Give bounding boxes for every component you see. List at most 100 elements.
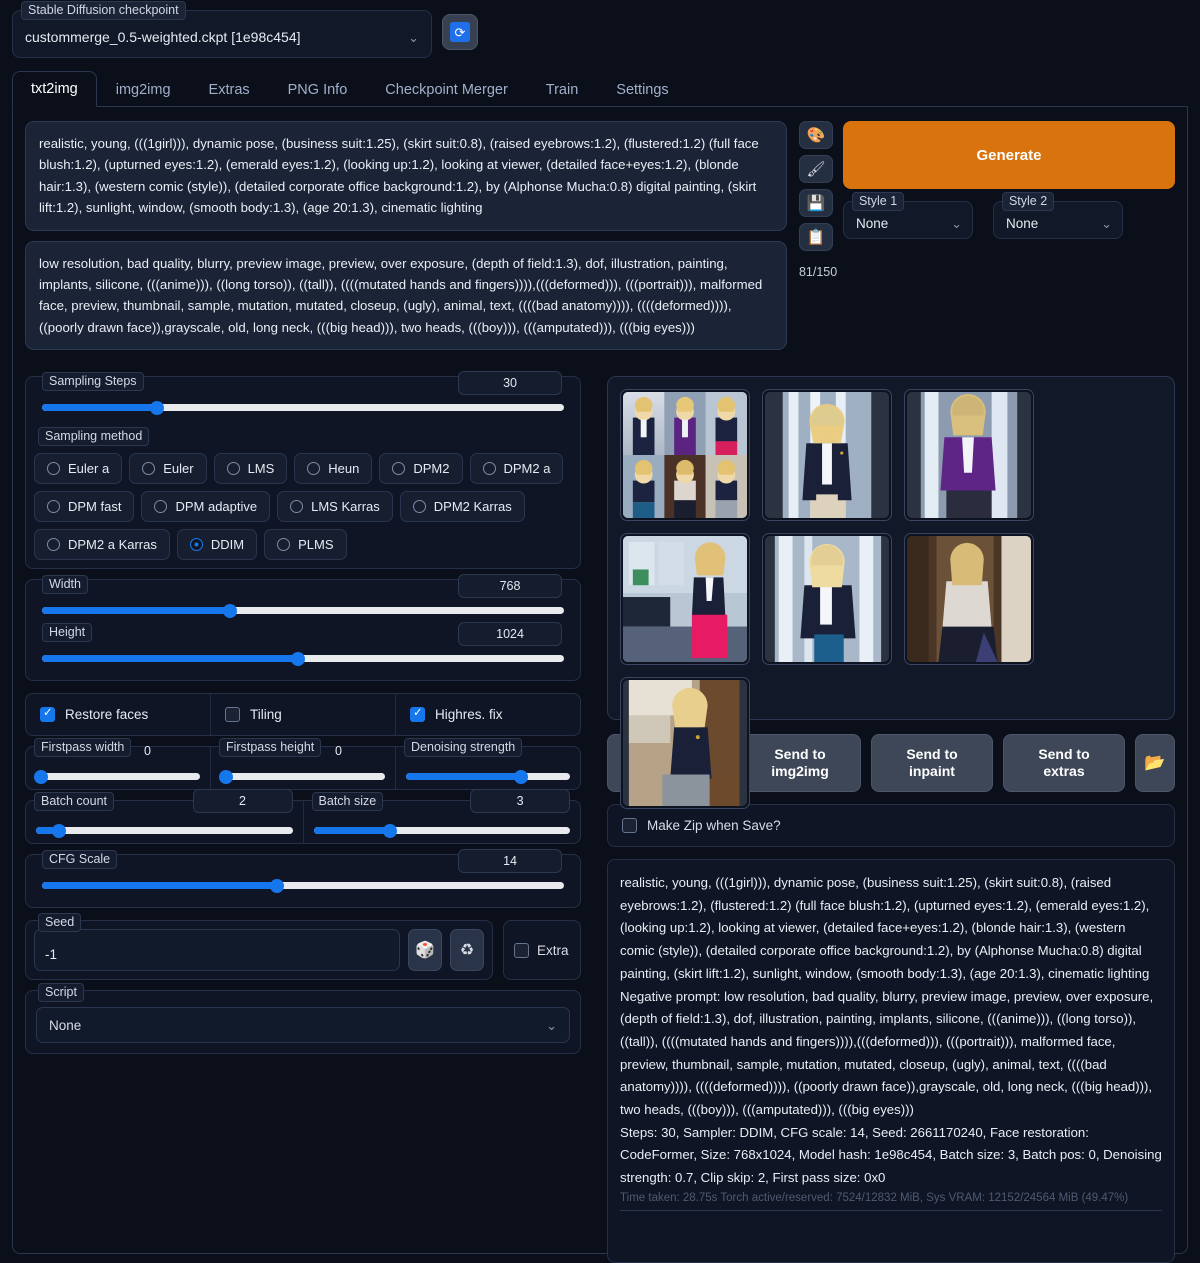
style-1-field[interactable]: Style 1 None ⌄ (843, 201, 973, 239)
slider-knob[interactable] (223, 604, 237, 618)
restore-faces-checkbox[interactable]: Restore faces (26, 694, 211, 735)
recycle-icon[interactable]: ♻ (450, 929, 484, 971)
slider-track[interactable] (42, 607, 564, 614)
paintbrush-icon[interactable]: 🖌 (799, 155, 833, 183)
slider-knob[interactable] (514, 770, 528, 784)
main-tabs: txt2img img2img Extras PNG Info Checkpoi… (12, 70, 1188, 107)
checkpoint-field[interactable]: Stable Diffusion checkpoint custommerge_… (12, 10, 432, 58)
batch-size-value[interactable]: 3 (470, 789, 570, 813)
slider-knob[interactable] (219, 770, 233, 784)
denoising-strength-value[interactable] (528, 739, 572, 763)
sampler-lms[interactable]: LMS (214, 453, 288, 484)
width-slider[interactable]: Width 768 (34, 584, 572, 620)
sampler-euler[interactable]: Euler (129, 453, 206, 484)
sampler-heun[interactable]: Heun (294, 453, 372, 484)
gallery-item-5[interactable] (904, 533, 1034, 665)
slider-track[interactable] (42, 404, 564, 411)
gallery-item-1[interactable] (762, 389, 892, 521)
gallery-item-6[interactable] (620, 677, 750, 809)
sampler-plms[interactable]: PLMS (264, 529, 346, 560)
sampling-steps-value[interactable]: 30 (458, 371, 562, 395)
slider-track[interactable] (406, 773, 570, 780)
slider-knob[interactable] (150, 401, 164, 415)
result-image-1 (765, 392, 889, 518)
extra-seed-checkbox[interactable]: Extra (503, 920, 581, 980)
checkbox-icon (410, 707, 425, 722)
slider-knob[interactable] (34, 770, 48, 784)
sampler-dpm-fast[interactable]: DPM fast (34, 491, 134, 522)
negative-prompt-input[interactable]: low resolution, bad quality, blurry, pre… (25, 241, 787, 351)
cfg-scale-value[interactable]: 14 (458, 849, 562, 873)
highres-params-row: Firstpass width 0 Firstpass height 0 (25, 746, 581, 790)
slider-fill (42, 882, 277, 889)
dice-icon[interactable]: 🎲 (408, 929, 442, 971)
tab-checkpoint-merger[interactable]: Checkpoint Merger (366, 72, 527, 107)
tab-extras[interactable]: Extras (190, 72, 269, 107)
slider-track[interactable] (221, 773, 385, 780)
firstpass-width-value[interactable]: 0 (136, 739, 180, 763)
token-counter: 81/150 (799, 265, 833, 279)
slider-knob[interactable] (270, 879, 284, 893)
radio-icon (277, 538, 290, 551)
sampler-dpm2[interactable]: DPM2 (379, 453, 462, 484)
script-field[interactable]: Script None ⌄ (25, 990, 581, 1054)
sampler-dpm2-a[interactable]: DPM2 a (470, 453, 564, 484)
slider-track[interactable] (36, 827, 293, 834)
slider-knob[interactable] (383, 824, 397, 838)
slider-track[interactable] (42, 882, 564, 889)
batch-count-value[interactable]: 2 (193, 789, 293, 813)
refresh-checkpoints-button[interactable]: ⟳ (442, 14, 478, 50)
seed-input[interactable]: -1 (34, 929, 400, 971)
gallery-item-3[interactable] (620, 533, 750, 665)
batch-count-slider[interactable]: Batch count 2 (26, 801, 304, 843)
tiling-checkbox[interactable]: Tiling (211, 694, 396, 735)
firstpass-width-slider[interactable]: Firstpass width 0 (26, 747, 211, 789)
script-value: None (49, 1018, 81, 1033)
slider-knob[interactable] (52, 824, 66, 838)
slider-track[interactable] (42, 655, 564, 662)
tab-img2img[interactable]: img2img (97, 72, 190, 107)
denoising-strength-slider[interactable]: Denoising strength (396, 747, 580, 789)
clipboard-icon[interactable]: 📋 (799, 223, 833, 251)
style-2-field[interactable]: Style 2 None ⌄ (993, 201, 1123, 239)
positive-prompt-input[interactable]: realistic, young, (((1girl))), dynamic p… (25, 121, 787, 231)
gallery-item-2[interactable] (904, 389, 1034, 521)
firstpass-height-slider[interactable]: Firstpass height 0 (211, 747, 396, 789)
send-to-img2img-button[interactable]: Send to img2img (739, 734, 861, 792)
sampler-dpm2-karras[interactable]: DPM2 Karras (400, 491, 525, 522)
cfg-scale-slider[interactable]: CFG Scale 14 (34, 859, 572, 895)
sampler-label: DPM2 a (504, 461, 551, 476)
sampler-label: Euler a (68, 461, 109, 476)
highres-fix-checkbox[interactable]: Highres. fix (396, 694, 580, 735)
sampler-euler-a[interactable]: Euler a (34, 453, 122, 484)
tab-txt2img[interactable]: txt2img (12, 71, 97, 107)
slider-knob[interactable] (291, 652, 305, 666)
open-folder-icon[interactable]: 📂 (1135, 734, 1175, 792)
tab-png-info[interactable]: PNG Info (269, 72, 367, 107)
firstpass-height-value[interactable]: 0 (327, 739, 371, 763)
tab-settings[interactable]: Settings (597, 72, 687, 107)
palette-icon[interactable]: 🎨 (799, 121, 833, 149)
sampler-dpm-adaptive[interactable]: DPM adaptive (141, 491, 270, 522)
style-2-label: Style 2 (1002, 192, 1054, 211)
make-zip-checkbox[interactable]: Make Zip when Save? (607, 804, 1175, 847)
save-style-icon[interactable]: 💾 (799, 189, 833, 217)
seed-field[interactable]: Seed -1 🎲 ♻ (25, 920, 493, 980)
script-select[interactable]: None ⌄ (36, 1007, 570, 1043)
height-value[interactable]: 1024 (458, 622, 562, 646)
width-value[interactable]: 768 (458, 574, 562, 598)
sampler-lms-karras[interactable]: LMS Karras (277, 491, 393, 522)
sampler-ddim[interactable]: DDIM (177, 529, 257, 560)
slider-track[interactable] (36, 773, 200, 780)
generate-button[interactable]: Generate (843, 121, 1175, 189)
height-slider[interactable]: Height 1024 (34, 632, 572, 668)
batch-size-slider[interactable]: Batch size 3 (304, 801, 581, 843)
send-to-extras-button[interactable]: Send to extras (1003, 734, 1125, 792)
tab-train[interactable]: Train (527, 72, 598, 107)
send-to-inpaint-button[interactable]: Send to inpaint (871, 734, 993, 792)
sampler-dpm2-a-karras[interactable]: DPM2 a Karras (34, 529, 170, 560)
sampling-steps-slider[interactable]: Sampling Steps 30 (34, 381, 572, 417)
gallery-item-grid[interactable] (620, 389, 750, 521)
gallery-item-4[interactable] (762, 533, 892, 665)
slider-track[interactable] (314, 827, 571, 834)
